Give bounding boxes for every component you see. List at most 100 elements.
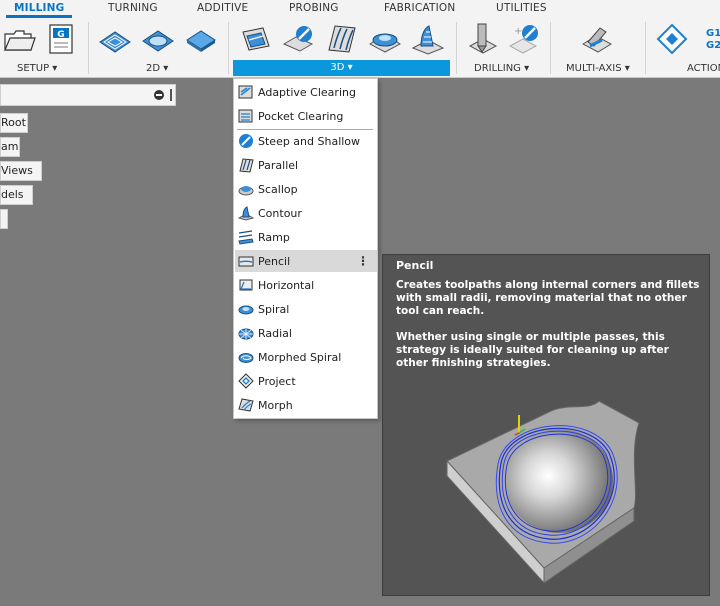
gcode-line-1: G1 bbox=[706, 28, 720, 39]
menu-item-ramp[interactable]: Ramp bbox=[235, 226, 377, 248]
menu-item-pocket-clearing[interactable]: Pocket Clearing bbox=[235, 105, 377, 127]
setup-group-label[interactable]: SETUP ▾ bbox=[17, 63, 57, 74]
menu-item-label: Spiral bbox=[258, 302, 290, 316]
strategy-tooltip: Pencil Creates toolpaths along internal … bbox=[382, 254, 710, 596]
2d-adaptive-icon bbox=[99, 31, 131, 53]
svg-text:+: + bbox=[514, 26, 522, 37]
menu-item-steep-and-shallow[interactable]: Steep and Shallow bbox=[235, 130, 377, 152]
nc-document-icon: G bbox=[49, 24, 73, 54]
contour-icon bbox=[238, 206, 254, 221]
menu-item-horizontal[interactable]: Horizontal bbox=[235, 274, 377, 296]
3d-adaptive-icon bbox=[242, 27, 270, 51]
tab-milling[interactable]: MILLING bbox=[14, 2, 64, 14]
ribbon-separator bbox=[228, 22, 229, 74]
ribbon-toolbar: G SETUP ▾ 2D ▾ 3D ▾ + DRILLING ▾ MULTI-A… bbox=[0, 18, 720, 78]
ribbon-tabs: MILLING TURNING ADDITIVE PROBING FABRICA… bbox=[0, 0, 720, 18]
gcode-line-2: G2 bbox=[706, 40, 720, 51]
2d-pocket-icon bbox=[142, 30, 174, 52]
hole-recognition-button[interactable]: + bbox=[508, 22, 542, 56]
browser-node-root[interactable]: Root bbox=[0, 113, 28, 133]
menu-item-label: Radial bbox=[258, 326, 292, 340]
adaptive-clearing-icon bbox=[238, 85, 253, 99]
menu-item-adaptive-clearing[interactable]: Adaptive Clearing bbox=[235, 81, 377, 103]
browser-node-program[interactable]: am bbox=[0, 137, 20, 157]
multi-axis-group-label[interactable]: MULTI-AXIS ▾ bbox=[566, 63, 630, 74]
3d-group-label[interactable]: 3D ▾ bbox=[233, 60, 450, 76]
menu-item-label: Ramp bbox=[258, 230, 290, 244]
tab-probing[interactable]: PROBING bbox=[289, 2, 339, 14]
menu-item-radial[interactable]: Radial bbox=[235, 322, 377, 344]
drill-icon bbox=[468, 23, 498, 54]
menu-item-morphed-spiral[interactable]: Morphed Spiral bbox=[235, 346, 377, 368]
pencil-toolpath-preview-image bbox=[446, 400, 640, 583]
morph-icon bbox=[238, 398, 254, 412]
morphed-spiral-icon bbox=[238, 353, 254, 363]
menu-item-scallop[interactable]: Scallop bbox=[235, 178, 377, 200]
project-icon bbox=[238, 373, 254, 389]
menu-item-parallel[interactable]: Parallel bbox=[235, 154, 377, 176]
ramp-icon bbox=[238, 230, 254, 245]
actions-group-label[interactable]: ACTION bbox=[687, 63, 720, 74]
menu-item-contour[interactable]: Contour bbox=[235, 202, 377, 224]
3d-parallel-icon bbox=[328, 25, 356, 53]
2d-face-icon bbox=[186, 30, 216, 52]
pocket-clearing-icon bbox=[238, 109, 253, 123]
3d-steep-shallow-button[interactable] bbox=[282, 22, 316, 56]
menu-item-morph[interactable]: Morph bbox=[235, 394, 377, 416]
3d-adaptive-button[interactable] bbox=[239, 22, 273, 56]
menu-item-spiral[interactable]: Spiral bbox=[235, 298, 377, 320]
2d-adaptive-button[interactable] bbox=[98, 22, 132, 56]
2d-group-label[interactable]: 2D ▾ bbox=[146, 63, 168, 74]
drilling-group-label[interactable]: DRILLING ▾ bbox=[474, 63, 529, 74]
menu-item-label: Parallel bbox=[258, 158, 299, 172]
multi-axis-icon bbox=[581, 27, 613, 53]
radial-icon bbox=[238, 328, 254, 340]
menu-item-label: Pencil bbox=[258, 254, 291, 268]
clear-search-icon[interactable] bbox=[154, 90, 164, 100]
search-divider bbox=[170, 89, 172, 101]
browser-node-extra[interactable] bbox=[0, 209, 8, 229]
pencil-icon bbox=[238, 256, 254, 267]
3d-contour-button[interactable] bbox=[411, 22, 445, 56]
drill-button[interactable] bbox=[466, 22, 500, 56]
3d-contour-icon bbox=[411, 25, 445, 55]
tooltip-paragraph-1: Creates toolpaths along internal corners… bbox=[396, 279, 700, 317]
menu-item-label: Adaptive Clearing bbox=[258, 85, 356, 99]
tooltip-title: Pencil bbox=[396, 259, 434, 272]
3d-scallop-icon bbox=[369, 33, 401, 53]
steep-shallow-icon bbox=[239, 134, 253, 148]
nc-icon-letter: G bbox=[57, 30, 64, 40]
tab-turning[interactable]: TURNING bbox=[108, 2, 158, 14]
parallel-icon bbox=[239, 158, 254, 173]
post-process-button[interactable]: G1 G2 bbox=[700, 22, 720, 56]
gcode-icon: G1 G2 bbox=[706, 28, 720, 51]
multi-axis-button[interactable] bbox=[580, 22, 614, 56]
menu-item-label: Morphed Spiral bbox=[258, 350, 342, 364]
ribbon-separator bbox=[456, 22, 457, 74]
folder-icon bbox=[4, 30, 36, 51]
browser-node-views[interactable]: Views bbox=[0, 161, 42, 181]
menu-item-pencil[interactable]: Pencil ⋮ bbox=[235, 250, 377, 272]
menu-item-label: Morph bbox=[258, 398, 293, 412]
scallop-icon bbox=[238, 186, 254, 196]
2d-pocket-button[interactable] bbox=[141, 22, 175, 56]
menu-item-label: Scallop bbox=[258, 182, 298, 196]
hole-recognition-icon: + bbox=[508, 25, 538, 54]
tab-utilities[interactable]: UTILITIES bbox=[496, 2, 547, 14]
simulate-diamond-icon bbox=[656, 23, 688, 55]
3d-parallel-button[interactable] bbox=[325, 22, 359, 56]
more-options-icon[interactable]: ⋮ bbox=[357, 254, 369, 268]
ribbon-separator bbox=[550, 22, 551, 74]
2d-face-button[interactable] bbox=[184, 22, 218, 56]
tab-additive[interactable]: ADDITIVE bbox=[197, 2, 248, 14]
browser-search-field[interactable] bbox=[0, 84, 176, 106]
nc-program-button[interactable]: G bbox=[44, 22, 78, 56]
simulate-button[interactable] bbox=[655, 22, 689, 56]
setup-folder-button[interactable] bbox=[2, 22, 36, 56]
3d-scallop-button[interactable] bbox=[368, 22, 402, 56]
3d-strategies-menu: Adaptive Clearing Pocket Clearing Steep … bbox=[233, 78, 378, 419]
tab-fabrication[interactable]: FABRICATION bbox=[384, 2, 455, 14]
browser-node-models[interactable]: dels bbox=[0, 185, 33, 205]
horizontal-icon bbox=[239, 279, 253, 291]
menu-item-project[interactable]: Project bbox=[235, 370, 377, 392]
